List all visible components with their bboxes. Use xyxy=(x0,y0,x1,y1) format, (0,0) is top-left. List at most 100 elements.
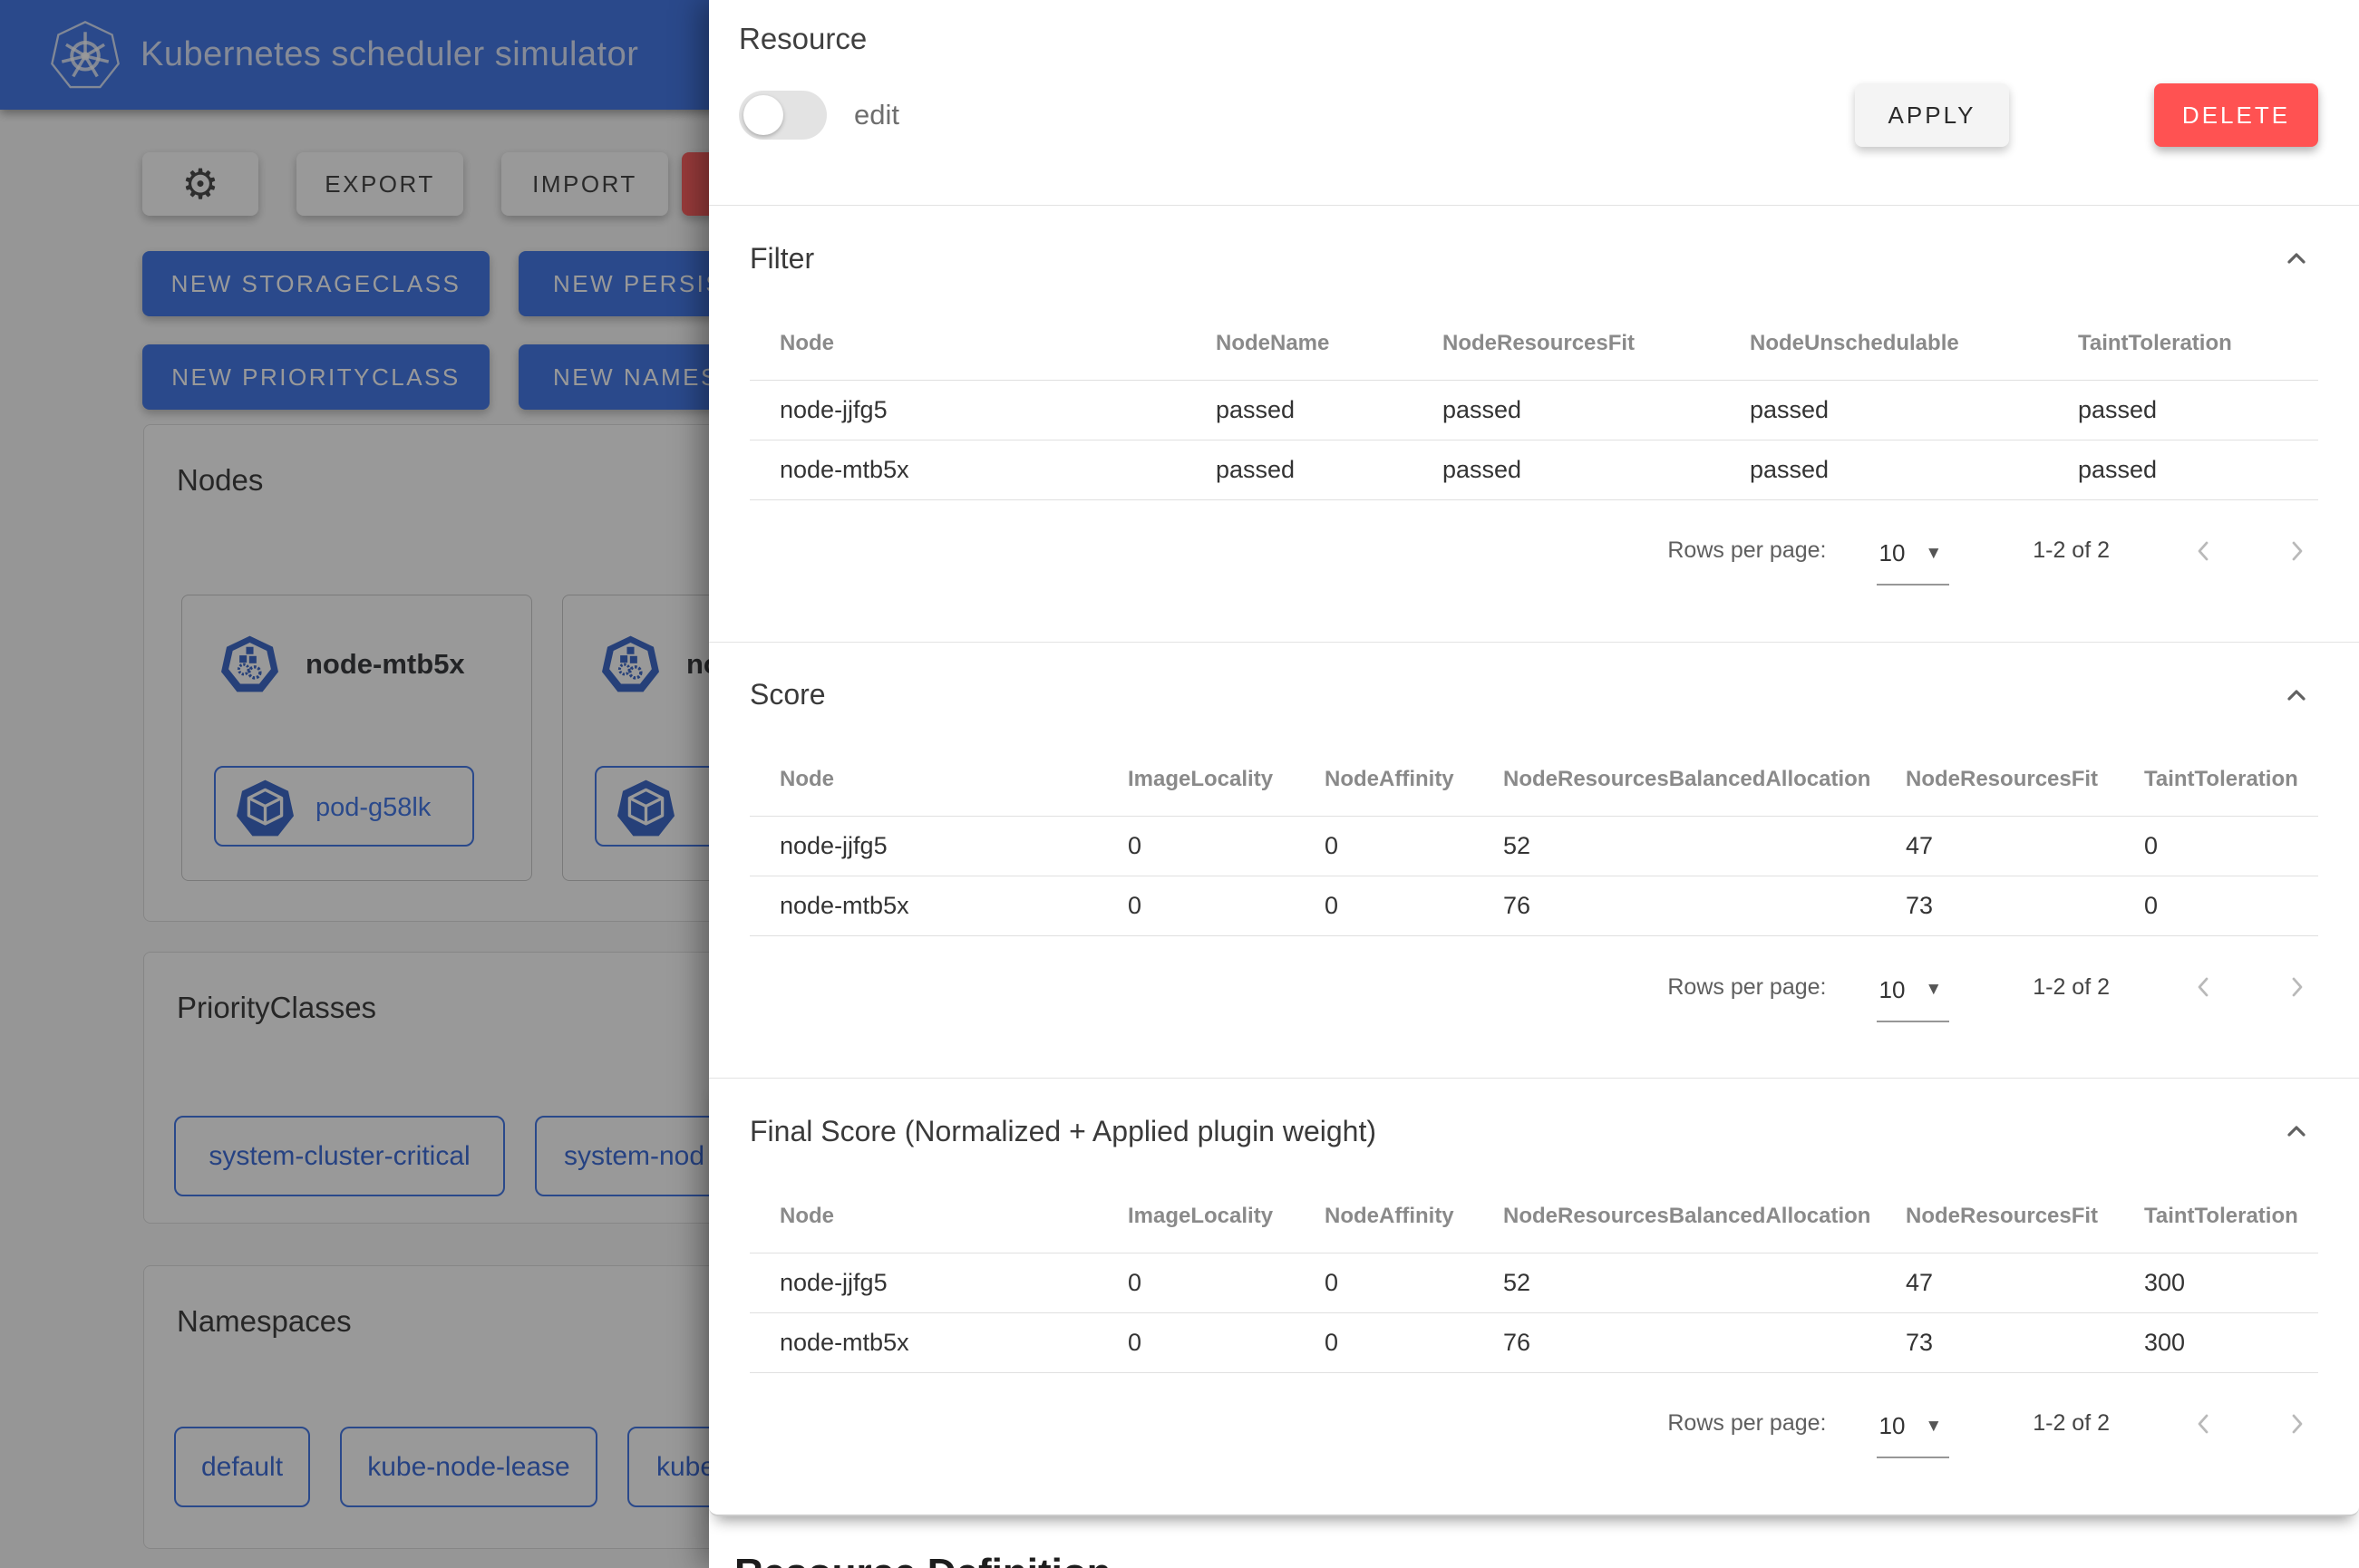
table-cell: 0 xyxy=(1295,1253,1473,1312)
column-header[interactable]: Node xyxy=(750,1158,1098,1253)
page-range: 1-2 of 2 xyxy=(2033,974,2110,1001)
table-cell: node-jjfg5 xyxy=(750,817,1098,876)
table-row: node-mtb5x007673300 xyxy=(750,1312,2318,1372)
column-header[interactable]: TaintToleration xyxy=(2114,1158,2318,1253)
table-pagination: Rows per page: 10 ▼ 1-2 of 2 xyxy=(750,1373,2318,1475)
column-header[interactable]: NodeResourcesFit xyxy=(1412,286,1720,380)
table-cell: passed xyxy=(1412,440,1720,499)
page-range: 1-2 of 2 xyxy=(2033,1410,2110,1437)
apply-button[interactable]: APPLY xyxy=(1855,83,2009,147)
table-cell: passed xyxy=(1720,380,2048,440)
table-row: node-mtb5xpassedpassedpassedpassed xyxy=(750,440,2318,499)
column-header[interactable]: NodeResourcesFit xyxy=(1876,1158,2114,1253)
rows-per-page-select[interactable]: 10 ▼ xyxy=(1877,1412,1949,1458)
next-page-button[interactable] xyxy=(2275,1402,2318,1446)
table-cell: passed xyxy=(1186,380,1412,440)
column-header[interactable]: Node xyxy=(750,286,1186,380)
table-cell: 0 xyxy=(2114,876,2318,936)
drawer-title: Resource xyxy=(739,22,2318,56)
rows-per-page-label: Rows per page: xyxy=(1667,1410,1826,1437)
final-score-panel-title: Final Score (Normalized + Applied plugin… xyxy=(750,1115,1376,1148)
table-cell: 0 xyxy=(1098,817,1295,876)
column-header[interactable]: NodeResourcesBalancedAllocation xyxy=(1473,722,1876,817)
table-cell: 0 xyxy=(1098,1312,1295,1372)
previous-page-button[interactable] xyxy=(2182,965,2226,1009)
previous-page-button[interactable] xyxy=(2182,1402,2226,1446)
next-page-button[interactable] xyxy=(2275,965,2318,1009)
resource-definition-title: Resource Definition xyxy=(709,1516,2359,1568)
final-score-table: NodeImageLocalityNodeAffinityNodeResourc… xyxy=(750,1158,2318,1373)
table-cell: 47 xyxy=(1876,1253,2114,1312)
dropdown-caret-icon: ▼ xyxy=(1925,544,1942,564)
score-panel-title: Score xyxy=(750,678,826,711)
column-header[interactable]: NodeName xyxy=(1186,286,1412,380)
column-header[interactable]: ImageLocality xyxy=(1098,1158,1295,1253)
table-cell: 0 xyxy=(1098,876,1295,936)
chevron-right-icon xyxy=(2285,1411,2308,1437)
collapse-button[interactable] xyxy=(2275,673,2318,717)
chevron-left-icon xyxy=(2192,1411,2216,1437)
rows-per-page-select[interactable]: 10 ▼ xyxy=(1877,539,1949,586)
edit-toggle-knob xyxy=(743,95,783,135)
drawer-header: Resource edit APPLY DELETE xyxy=(709,0,2359,206)
column-header[interactable]: NodeAffinity xyxy=(1295,1158,1473,1253)
chevron-right-icon xyxy=(2285,974,2308,1000)
final-score-panel: Final Score (Normalized + Applied plugin… xyxy=(709,1079,2359,1516)
table-cell: node-mtb5x xyxy=(750,1312,1098,1372)
table-cell: node-jjfg5 xyxy=(750,380,1186,440)
table-row: node-jjfg5005247300 xyxy=(750,1253,2318,1312)
table-pagination: Rows per page: 10 ▼ 1-2 of 2 xyxy=(750,936,2318,1038)
column-header[interactable]: ImageLocality xyxy=(1098,722,1295,817)
delete-button[interactable]: DELETE xyxy=(2154,83,2318,147)
column-header[interactable]: NodeResourcesBalancedAllocation xyxy=(1473,1158,1876,1253)
column-header[interactable]: NodeResourcesFit xyxy=(1876,722,2114,817)
table-cell: 47 xyxy=(1876,817,2114,876)
table-cell: 300 xyxy=(2114,1253,2318,1312)
edit-toggle[interactable] xyxy=(739,91,827,140)
table-cell: 52 xyxy=(1473,1253,1876,1312)
column-header[interactable]: TaintToleration xyxy=(2048,286,2318,380)
rows-per-page-label: Rows per page: xyxy=(1667,974,1826,1001)
resource-drawer: Resource edit APPLY DELETE Filter NodeNo… xyxy=(709,0,2359,1568)
table-row: node-jjfg50052470 xyxy=(750,817,2318,876)
collapse-button[interactable] xyxy=(2275,1109,2318,1153)
table-cell: 0 xyxy=(1098,1253,1295,1312)
chevron-left-icon xyxy=(2192,974,2216,1000)
chevron-up-icon xyxy=(2284,247,2309,269)
table-cell: passed xyxy=(2048,380,2318,440)
table-cell: 76 xyxy=(1473,876,1876,936)
table-cell: 300 xyxy=(2114,1312,2318,1372)
next-page-button[interactable] xyxy=(2275,529,2318,573)
table-cell: 0 xyxy=(2114,817,2318,876)
column-header[interactable]: NodeUnschedulable xyxy=(1720,286,2048,380)
table-cell: 0 xyxy=(1295,1312,1473,1372)
table-cell: passed xyxy=(1186,440,1412,499)
previous-page-button[interactable] xyxy=(2182,529,2226,573)
filter-panel-title: Filter xyxy=(750,242,814,276)
column-header[interactable]: Node xyxy=(750,722,1098,817)
score-panel: Score NodeImageLocalityNodeAffinityNodeR… xyxy=(709,643,2359,1079)
rows-per-page-label: Rows per page: xyxy=(1667,537,1826,564)
page-range: 1-2 of 2 xyxy=(2033,537,2110,564)
table-cell: 0 xyxy=(1295,817,1473,876)
column-header[interactable]: TaintToleration xyxy=(2114,722,2318,817)
table-cell: 0 xyxy=(1295,876,1473,936)
drawer-controls: edit APPLY DELETE xyxy=(739,83,2318,147)
chevron-left-icon xyxy=(2192,538,2216,564)
table-cell: 73 xyxy=(1876,1312,2114,1372)
table-pagination: Rows per page: 10 ▼ 1-2 of 2 xyxy=(750,500,2318,602)
dropdown-caret-icon: ▼ xyxy=(1925,980,1942,1000)
table-cell: node-jjfg5 xyxy=(750,1253,1098,1312)
table-row: node-mtb5x0076730 xyxy=(750,876,2318,936)
table-cell: 52 xyxy=(1473,817,1876,876)
table-row: node-jjfg5passedpassedpassedpassed xyxy=(750,380,2318,440)
edit-toggle-label: edit xyxy=(854,99,899,131)
column-header[interactable]: NodeAffinity xyxy=(1295,722,1473,817)
table-cell: passed xyxy=(2048,440,2318,499)
table-cell: passed xyxy=(1412,380,1720,440)
table-cell: node-mtb5x xyxy=(750,440,1186,499)
kubernetes-scheduler-simulator-window: Kubernetes scheduler simulator ⚙ EXPORT … xyxy=(0,0,2359,1568)
chevron-up-icon xyxy=(2284,1120,2309,1142)
collapse-button[interactable] xyxy=(2275,237,2318,280)
rows-per-page-select[interactable]: 10 ▼ xyxy=(1877,976,1949,1022)
